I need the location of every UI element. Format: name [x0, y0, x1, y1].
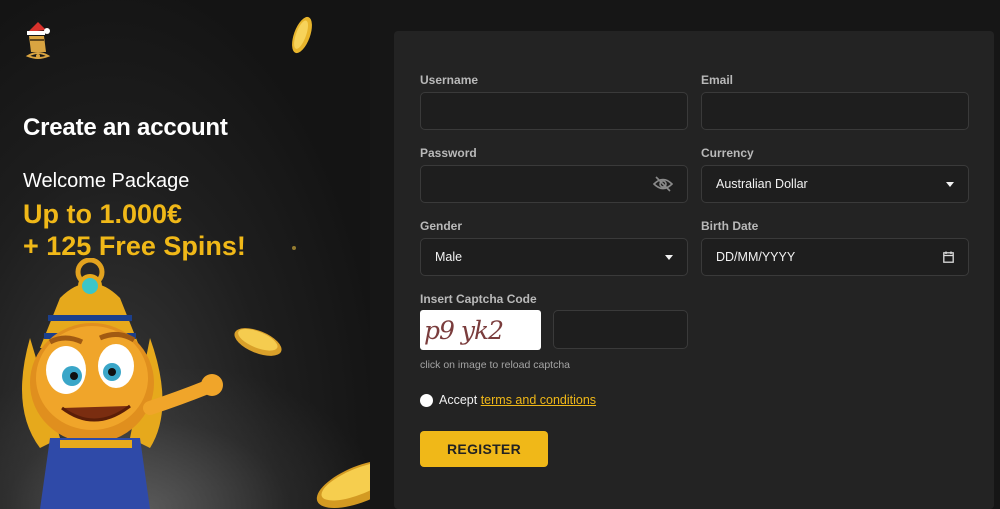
promo-panel: Create an account Welcome Package Up to … — [0, 0, 370, 509]
birthdate-label: Birth Date — [701, 219, 759, 233]
username-label: Username — [420, 73, 479, 87]
welcome-package-label: Welcome Package — [23, 170, 190, 192]
password-label: Password — [420, 146, 477, 160]
gender-label: Gender — [420, 219, 463, 233]
bonus-line-1: Up to 1.000€ — [23, 199, 183, 229]
chevron-down-icon — [946, 181, 954, 187]
accept-label: Accept — [439, 393, 478, 407]
page-title: Create an account — [23, 114, 228, 141]
terms-checkbox[interactable] — [420, 394, 433, 407]
captcha-input[interactable] — [553, 310, 688, 349]
email-label: Email — [701, 73, 734, 87]
terms-link[interactable]: terms and conditions — [481, 393, 596, 407]
currency-label: Currency — [701, 146, 754, 160]
currency-select[interactable]: Australian Dollar — [701, 165, 969, 203]
coin-image — [292, 16, 312, 54]
calendar-icon[interactable] — [943, 251, 954, 263]
username-input[interactable] — [420, 92, 688, 130]
sparkle — [292, 246, 296, 250]
birthdate-placeholder: DD/MM/YYYY — [716, 250, 796, 264]
eye-off-icon[interactable] — [653, 176, 673, 192]
gender-select[interactable]: Male — [420, 238, 688, 276]
site-logo[interactable] — [20, 18, 56, 64]
bonus-amount: Up to 1.000€ + 125 Free Spins! — [23, 198, 246, 262]
email-input[interactable] — [701, 92, 969, 130]
birthdate-input[interactable]: DD/MM/YYYY — [701, 238, 969, 276]
coin-image — [316, 460, 370, 508]
captcha-label: Insert Captcha Code — [420, 292, 537, 306]
captcha-hint: click on image to reload captcha — [420, 359, 570, 371]
password-input[interactable] — [420, 165, 688, 203]
captcha-image[interactable]: p9 yk2 — [420, 310, 541, 350]
register-button[interactable]: REGISTER — [420, 431, 548, 467]
captcha-text: p9 yk2 — [424, 315, 504, 345]
gender-value: Male — [435, 250, 463, 264]
registration-form: Username Email Password Currency Austral… — [394, 31, 994, 509]
terms-row: Accept terms and conditions — [439, 393, 596, 407]
pharaoh-mascot-image — [22, 258, 223, 509]
currency-value: Australian Dollar — [716, 177, 808, 191]
chevron-down-icon — [665, 254, 673, 260]
